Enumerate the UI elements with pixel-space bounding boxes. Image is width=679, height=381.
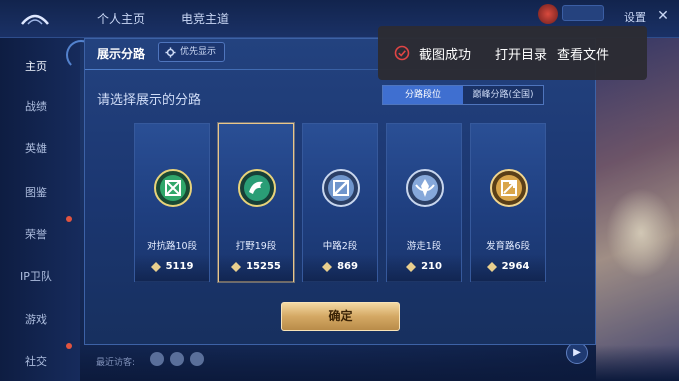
tab-esports[interactable]: 电竞主道 bbox=[181, 10, 229, 27]
screenshot-toast: 截图成功 打开目录 查看文件 bbox=[378, 26, 647, 80]
avatar[interactable] bbox=[190, 352, 204, 366]
mid-lane-emblem-icon bbox=[322, 169, 360, 207]
confirm-button[interactable]: 确定 bbox=[281, 302, 400, 331]
rank-star-icon bbox=[486, 261, 497, 272]
sidebar-item-heroes[interactable]: 英雄 bbox=[25, 140, 47, 156]
sidebar-item-records[interactable]: 战绩 bbox=[25, 98, 47, 114]
lane-card-value: 2964 bbox=[501, 261, 530, 272]
avatar[interactable] bbox=[170, 352, 184, 366]
jungle-emblem-icon bbox=[238, 169, 276, 207]
lane-card-value: 15255 bbox=[246, 261, 281, 272]
lane-display-dialog: 展示分路 优先显示 请选择展示的分路 分路段位 巅峰分路(全国) 对抗路10段 bbox=[84, 38, 596, 345]
recent-visitors-label: 最近访客: bbox=[96, 358, 136, 368]
roam-emblem-icon bbox=[406, 169, 444, 207]
lane-card-mid[interactable]: 中路2段 869 bbox=[302, 123, 378, 282]
tab-lane-rank[interactable]: 分路段位 bbox=[383, 86, 463, 104]
lane-card-roam[interactable]: 游走1段 210 bbox=[386, 123, 462, 282]
success-check-icon bbox=[394, 45, 410, 61]
lane-card-stat: 2964 bbox=[471, 261, 545, 272]
clash-lane-emblem-icon bbox=[154, 169, 192, 207]
rank-star-icon bbox=[322, 261, 333, 272]
priority-display-button[interactable]: 优先显示 bbox=[158, 42, 226, 62]
lane-card-label: 发育路6段 bbox=[485, 241, 531, 252]
currency-badge bbox=[562, 5, 604, 21]
play-icon[interactable]: ▶ bbox=[566, 342, 588, 364]
rank-star-icon bbox=[231, 261, 242, 272]
character-artwork bbox=[596, 38, 679, 381]
rank-star-icon bbox=[150, 261, 161, 272]
notification-dot bbox=[66, 216, 72, 222]
lane-card-stat: 15255 bbox=[219, 261, 293, 272]
lane-card-label: 对抗路10段 bbox=[146, 241, 198, 252]
dialog-subtitle: 请选择展示的分路 bbox=[97, 93, 202, 108]
lane-card-label: 游走1段 bbox=[406, 241, 442, 252]
sidebar-item-home[interactable]: 主页 bbox=[25, 58, 47, 74]
lane-card-label: 打野19段 bbox=[235, 241, 277, 252]
sidebar-item-codex[interactable]: 图鉴 bbox=[25, 184, 47, 200]
gear-icon bbox=[165, 46, 176, 58]
settings-button[interactable]: 设置 bbox=[624, 9, 646, 25]
tab-peak-lane-national[interactable]: 巅峰分路(全国) bbox=[463, 86, 543, 104]
lane-card-stat: 869 bbox=[303, 261, 377, 272]
avatar[interactable] bbox=[538, 4, 558, 24]
visitor-avatars[interactable] bbox=[150, 351, 210, 370]
open-folder-link[interactable]: 打开目录 bbox=[495, 44, 547, 63]
lane-card-value: 5119 bbox=[165, 261, 194, 272]
view-file-link[interactable]: 查看文件 bbox=[557, 44, 609, 63]
game-logo-icon bbox=[21, 14, 49, 25]
lane-card-clash[interactable]: 对抗路10段 5119 bbox=[134, 123, 210, 282]
sidebar-item-ip-guard[interactable]: IP卫队 bbox=[20, 268, 52, 284]
notification-dot bbox=[66, 343, 72, 349]
lane-card-farm[interactable]: 发育路6段 2964 bbox=[470, 123, 546, 282]
lane-card-value: 210 bbox=[421, 261, 442, 272]
sidebar-item-games[interactable]: 游戏 bbox=[25, 311, 47, 327]
lane-card-jungle[interactable]: 打野19段 15255 bbox=[218, 123, 294, 282]
sidebar: 主页 战绩 英雄 图鉴 荣誉 IP卫队 游戏 社交 bbox=[0, 38, 80, 381]
avatar[interactable] bbox=[150, 352, 164, 366]
close-icon[interactable]: ✕ bbox=[653, 6, 673, 26]
farm-lane-emblem-icon bbox=[490, 169, 528, 207]
lane-card-value: 869 bbox=[337, 261, 358, 272]
toast-message: 截图成功 bbox=[419, 47, 472, 63]
dialog-title: 展示分路 bbox=[97, 47, 146, 61]
lane-card-stat: 210 bbox=[387, 261, 461, 272]
rank-star-icon bbox=[406, 261, 417, 272]
sidebar-item-honor[interactable]: 荣誉 bbox=[25, 226, 47, 242]
priority-display-label: 优先显示 bbox=[180, 47, 217, 57]
lane-card-stat: 5119 bbox=[135, 261, 209, 272]
sidebar-item-social[interactable]: 社交 bbox=[25, 353, 47, 369]
segment-tabs: 分路段位 巅峰分路(全国) bbox=[382, 85, 544, 105]
lane-card-label: 中路2段 bbox=[322, 241, 358, 252]
tab-personal-home[interactable]: 个人主页 bbox=[97, 10, 145, 27]
